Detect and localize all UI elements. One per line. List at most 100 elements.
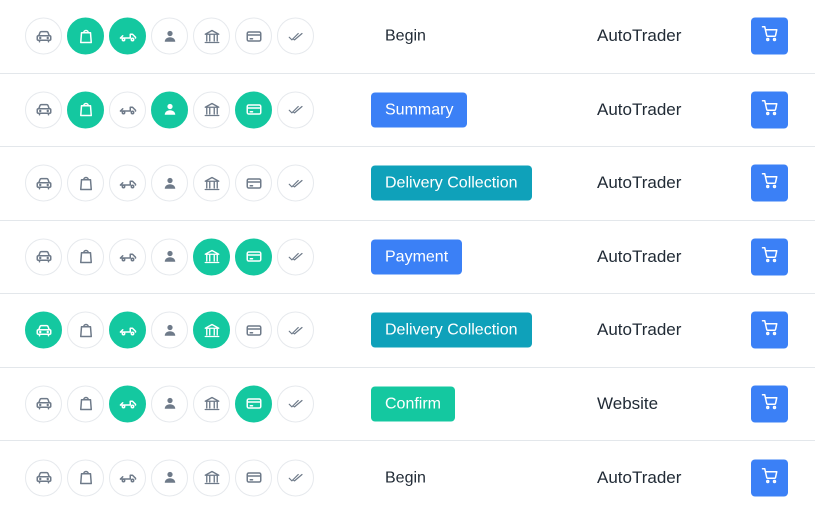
stage-cell: Begin [371,19,440,54]
person-icon [161,395,179,413]
step-car[interactable] [25,164,62,202]
step-credit-card[interactable] [235,385,272,423]
shopping-bag-icon [77,321,95,339]
credit-card-icon [245,469,263,487]
step-credit-card[interactable] [235,91,272,129]
credit-card-icon [245,248,263,266]
step-bank[interactable] [193,17,230,55]
person-icon [161,27,179,45]
stage-badge: Payment [371,239,463,275]
step-bank[interactable] [193,164,230,202]
step-bank[interactable] [193,238,230,276]
step-car[interactable] [25,91,62,129]
step-credit-card[interactable] [235,17,272,55]
step-person[interactable] [151,459,188,497]
step-bank[interactable] [193,385,230,423]
step-double-check[interactable] [277,238,314,276]
stage-cell: Delivery Collection [371,165,532,201]
step-double-check[interactable] [277,164,314,202]
double-check-icon [287,27,305,45]
bank-icon [203,27,221,45]
step-bank[interactable] [193,311,230,349]
step-bank[interactable] [193,459,230,497]
step-person[interactable] [151,17,188,55]
step-credit-card[interactable] [235,459,272,497]
credit-card-icon [245,101,263,119]
step-truck[interactable] [109,17,146,55]
stage-cell: Delivery Collection [371,312,532,348]
step-car[interactable] [25,311,62,349]
step-double-check[interactable] [277,17,314,55]
table-row: Summary AutoTrader [0,74,815,147]
step-truck[interactable] [109,385,146,423]
stage-badge: Delivery Collection [371,312,532,348]
double-check-icon [287,248,305,266]
progress-steps [25,17,314,55]
step-double-check[interactable] [277,385,314,423]
step-person[interactable] [151,91,188,129]
person-icon [161,174,179,192]
cart-button[interactable] [751,238,788,276]
step-shopping-bag[interactable] [67,17,104,55]
car-icon [35,101,53,119]
cart-button[interactable] [751,91,788,129]
car-icon [35,395,53,413]
bank-icon [203,469,221,487]
step-car[interactable] [25,385,62,423]
cart-button[interactable] [751,164,788,202]
step-shopping-bag[interactable] [67,91,104,129]
step-person[interactable] [151,238,188,276]
car-icon [35,27,53,45]
step-double-check[interactable] [277,311,314,349]
double-check-icon [287,469,305,487]
step-credit-card[interactable] [235,311,272,349]
step-shopping-bag[interactable] [67,459,104,497]
step-shopping-bag[interactable] [67,164,104,202]
step-truck[interactable] [109,459,146,497]
shopping-bag-icon [77,395,95,413]
source-label: AutoTrader [597,467,682,487]
step-car[interactable] [25,238,62,276]
credit-card-icon [245,395,263,413]
step-shopping-bag[interactable] [67,238,104,276]
car-icon [35,248,53,266]
step-person[interactable] [151,311,188,349]
step-double-check[interactable] [277,459,314,497]
credit-card-icon [245,27,263,45]
step-credit-card[interactable] [235,164,272,202]
step-double-check[interactable] [277,91,314,129]
car-icon [35,469,53,487]
cart-icon [761,98,779,121]
stage-cell: Begin [371,460,440,495]
step-credit-card[interactable] [235,238,272,276]
stage-badge: Begin [385,27,426,45]
truck-icon [119,469,137,487]
person-icon [161,321,179,339]
cart-button[interactable] [751,311,788,349]
stage-cell: Summary [371,92,468,128]
truck-icon [119,27,137,45]
cart-button[interactable] [751,17,788,55]
car-icon [35,174,53,192]
table-row: Delivery Collection AutoTrader [0,294,815,368]
step-truck[interactable] [109,238,146,276]
table-row: Confirm Website [0,368,815,441]
cart-button[interactable] [751,459,788,497]
step-shopping-bag[interactable] [67,385,104,423]
step-person[interactable] [151,164,188,202]
cart-icon [761,172,779,195]
step-bank[interactable] [193,91,230,129]
step-car[interactable] [25,17,62,55]
step-car[interactable] [25,459,62,497]
bank-icon [203,174,221,192]
step-truck[interactable] [109,311,146,349]
step-truck[interactable] [109,164,146,202]
step-person[interactable] [151,385,188,423]
double-check-icon [287,395,305,413]
cart-icon [761,245,779,268]
step-truck[interactable] [109,91,146,129]
cart-button[interactable] [751,385,788,423]
step-shopping-bag[interactable] [67,311,104,349]
orders-table: Begin AutoTrader Summary AutoTrader Deli… [0,0,815,515]
shopping-bag-icon [77,174,95,192]
